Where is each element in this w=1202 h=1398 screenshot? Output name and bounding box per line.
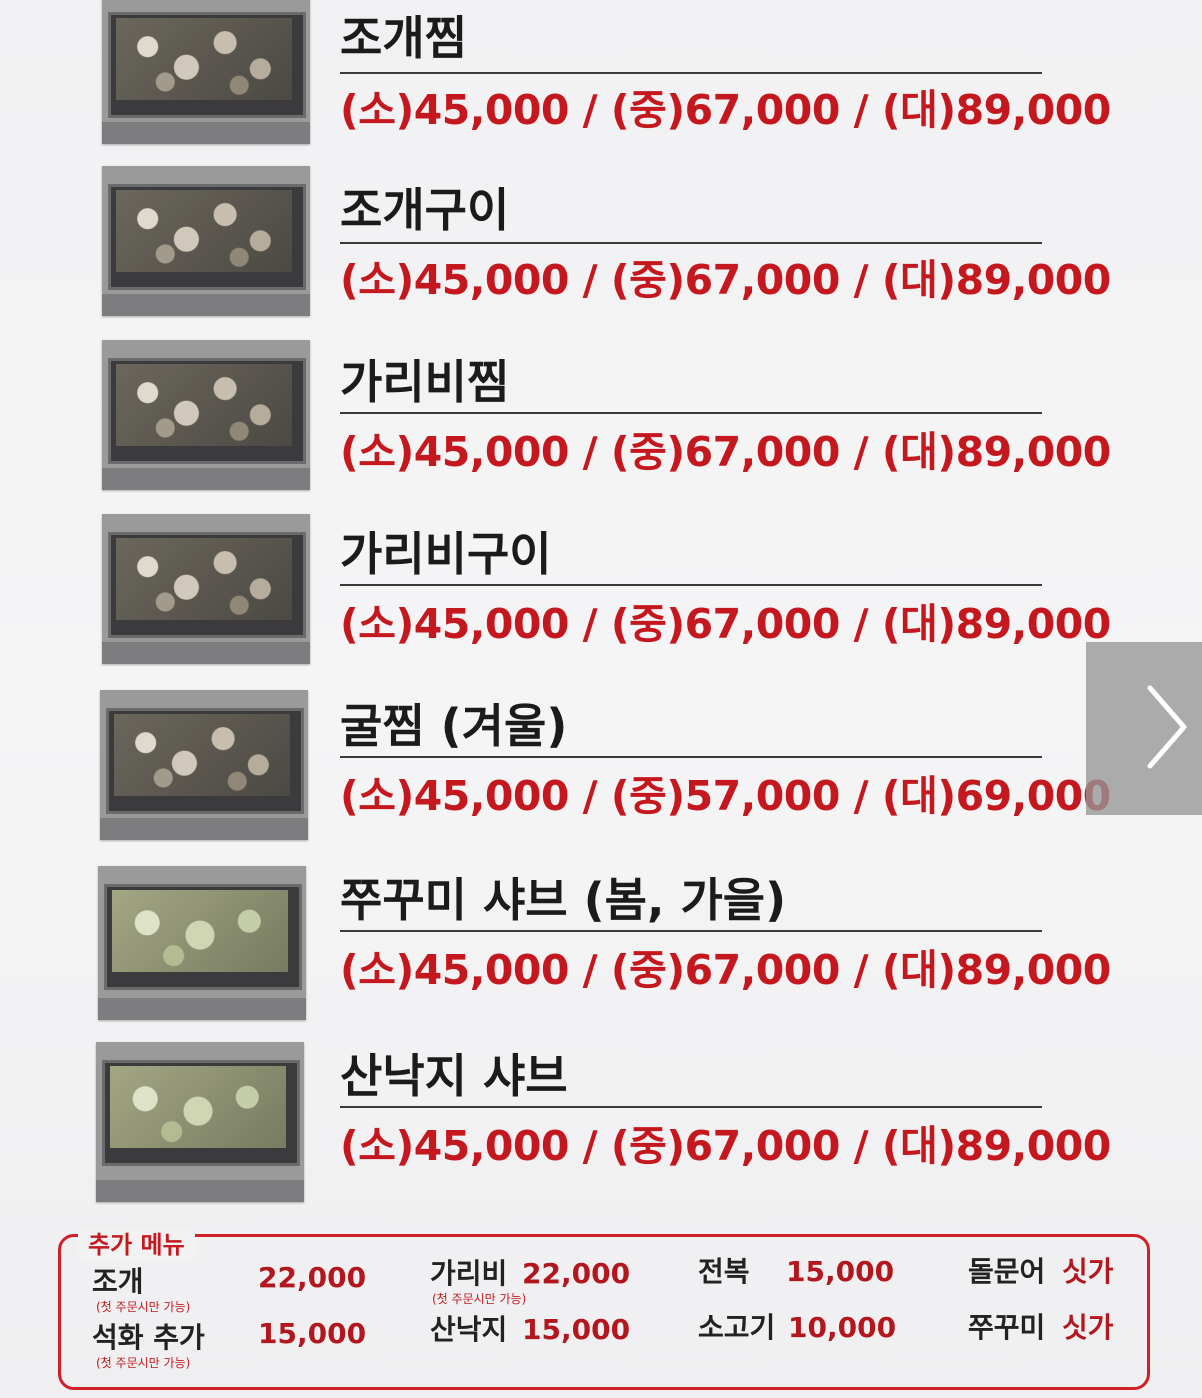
- webfoot-octopus-shabu-photo: [98, 866, 306, 1020]
- menu-item-webfoot-octopus-shabu: 쭈꾸미 샤브 (봄, 가을) (소)45,000 / (중)67,000 / (…: [0, 866, 1111, 1026]
- menu-item-name: 쭈꾸미 샤브 (봄, 가을): [340, 873, 787, 927]
- grilled-scallops-photo: [102, 514, 310, 664]
- menu-item-name: 산낙지 샤브: [340, 1049, 568, 1103]
- menu-item-steamed-scallops: 가리비찜 (소)45,000 / (중)67,000 / (대)89,000: [0, 340, 1111, 500]
- extra-item-price: 15,000: [522, 1313, 631, 1346]
- menu-item-price: (소)45,000 / (중)67,000 / (대)89,000: [340, 1122, 1111, 1170]
- extra-item-name: 돌문어: [968, 1255, 1046, 1288]
- menu-item-name: 조개구이: [340, 183, 510, 237]
- extra-item-price: 22,000: [258, 1261, 367, 1294]
- menu-item-price: (소)45,000 / (중)57,000 / (대)69,000: [340, 772, 1111, 820]
- menu-item-name: 굴찜 (겨울): [340, 699, 568, 753]
- menu-item-name: 가리비구이: [340, 527, 552, 581]
- steamed-scallops-photo: [102, 340, 310, 490]
- menu-item-steamed-oysters: 굴찜 (겨울) (소)45,000 / (중)57,000 / (대)69,00…: [0, 690, 1111, 850]
- extra-item-name: 산낙지: [430, 1313, 508, 1346]
- extra-menu-title: 추가 메뉴: [78, 1230, 195, 1260]
- menu-item-steamed-clams: 조개찜 (소)45,000 / (중)67,000 / (대)89,000: [0, 0, 1111, 160]
- extra-item-name: 가리비: [430, 1257, 508, 1290]
- menu-item-grilled-scallops: 가리비구이 (소)45,000 / (중)67,000 / (대)89,000: [0, 514, 1111, 674]
- next-page-button[interactable]: [1086, 642, 1202, 815]
- live-octopus-shabu-photo: [96, 1042, 304, 1202]
- menu-item-price: (소)45,000 / (중)67,000 / (대)89,000: [340, 256, 1111, 304]
- menu-item-live-octopus-shabu: 산낙지 샤브 (소)45,000 / (중)67,000 / (대)89,000: [0, 1042, 1111, 1202]
- divider: [340, 584, 1042, 586]
- menu-item-price: (소)45,000 / (중)67,000 / (대)89,000: [340, 86, 1111, 134]
- extra-item-price: 15,000: [786, 1255, 895, 1288]
- extra-item-price: 싯가: [1062, 1255, 1114, 1288]
- steamed-clams-photo: [102, 0, 310, 144]
- menu-item-grilled-clams: 조개구이 (소)45,000 / (중)67,000 / (대)89,000: [0, 166, 1111, 326]
- extra-item-price: 15,000: [258, 1317, 367, 1350]
- extra-item-note: (첫 주문시만 가능): [96, 1300, 191, 1314]
- divider: [340, 242, 1042, 244]
- divider: [340, 930, 1042, 932]
- menu-item-price: (소)45,000 / (중)67,000 / (대)89,000: [340, 428, 1111, 476]
- steamed-oysters-photo: [100, 690, 308, 840]
- extra-item-name: 쭈꾸미: [968, 1311, 1046, 1344]
- divider: [340, 412, 1042, 414]
- menu-item-name: 가리비찜: [340, 355, 510, 409]
- extra-item-price: 싯가: [1062, 1311, 1114, 1344]
- divider: [340, 72, 1042, 74]
- menu-item-price: (소)45,000 / (중)67,000 / (대)89,000: [340, 946, 1111, 994]
- divider: [340, 1106, 1042, 1108]
- extra-item-name: 전복: [698, 1255, 750, 1288]
- extra-item-note: (첫 주문시만 가능): [432, 1292, 527, 1306]
- menu-item-name: 조개찜: [340, 11, 467, 65]
- extra-item-price: 10,000: [788, 1311, 897, 1344]
- menu-item-price: (소)45,000 / (중)67,000 / (대)89,000: [340, 600, 1111, 648]
- extra-item-note: (첫 주문시만 가능): [96, 1356, 191, 1370]
- extra-item-name: 소고기: [698, 1311, 776, 1344]
- extra-item-name: 석화 추가: [92, 1321, 205, 1354]
- grilled-clams-photo: [102, 166, 310, 316]
- extra-item-name: 조개: [92, 1265, 144, 1298]
- divider: [340, 756, 1042, 758]
- chevron-right-icon: [1147, 685, 1187, 769]
- extra-item-price: 22,000: [522, 1257, 631, 1290]
